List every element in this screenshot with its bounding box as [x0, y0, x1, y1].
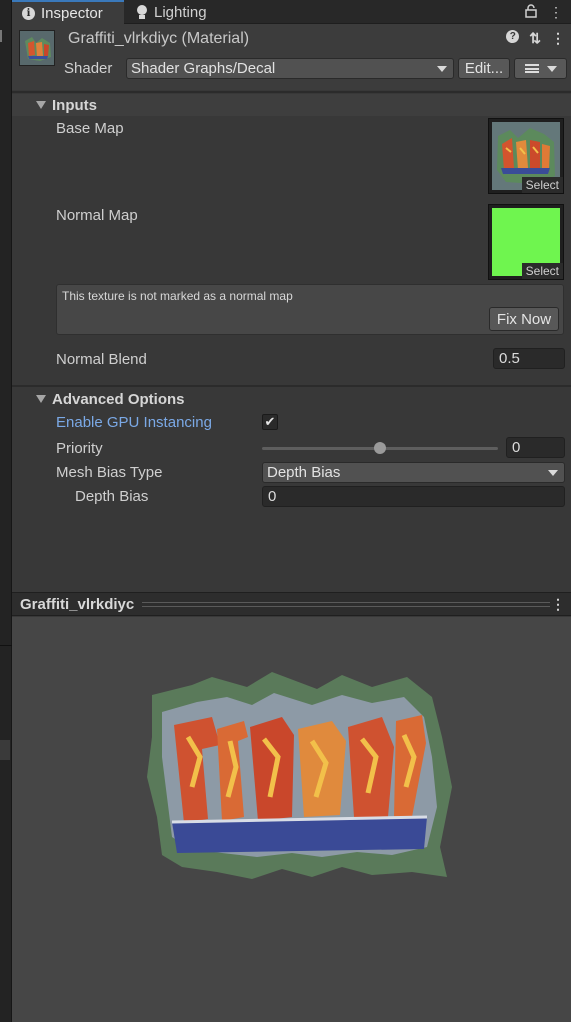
bulb-icon [136, 4, 148, 20]
tab-bar: i Inspector Lighting ⋮ [12, 0, 571, 24]
priority-field[interactable]: 0 [506, 437, 565, 458]
left-gutter [0, 0, 12, 1022]
preview-title: Graffiti_vlrkdiyc [20, 595, 135, 613]
foldout-icon [36, 101, 46, 109]
chevron-down-icon [548, 470, 558, 476]
material-header: Graffiti_vlrkdiyc (Material) ? ⇅ ⋮ Shade… [12, 24, 571, 90]
material-thumbnail [19, 30, 55, 66]
tab-label: Inspector [41, 4, 103, 22]
preset-icon[interactable]: ⇅ [529, 30, 541, 47]
depth-bias-label[interactable]: Depth Bias [75, 488, 148, 505]
help-icon[interactable]: ? [506, 30, 520, 43]
normal-map-slot[interactable]: Select [488, 204, 564, 280]
inputs-section-header[interactable]: Inputs [12, 94, 571, 116]
normal-blend-field[interactable]: 0.5 [493, 348, 565, 369]
lock-icon[interactable] [525, 3, 537, 21]
checkmark-icon: ✔ [264, 414, 276, 429]
chevron-down-icon [546, 65, 557, 72]
decal-preview-image [147, 672, 452, 879]
mesh-bias-type-dropdown[interactable]: Depth Bias [262, 462, 565, 483]
gutter-mark [0, 30, 8, 42]
base-map-slot[interactable]: Select [488, 118, 564, 194]
shader-options-button[interactable] [514, 58, 567, 79]
section-title: Advanced Options [52, 390, 185, 408]
section-title: Inputs [52, 96, 97, 114]
info-icon: i [22, 6, 35, 20]
fix-now-button[interactable]: Fix Now [489, 307, 559, 331]
inputs-separator [12, 385, 571, 387]
gpu-instancing-label: Enable GPU Instancing [56, 414, 212, 431]
normal-map-label: Normal Map [56, 207, 138, 224]
normal-map-select[interactable]: Select [521, 263, 563, 279]
more-icon[interactable]: ⋮ [549, 4, 563, 21]
preview-header[interactable]: Graffiti_vlrkdiyc ⋮ [12, 592, 571, 616]
tab-tools: ⋮ [525, 0, 563, 24]
mesh-bias-type-value: Depth Bias [267, 464, 341, 481]
advanced-section-header[interactable]: Advanced Options [12, 388, 571, 410]
chevron-down-icon [437, 66, 447, 72]
base-map-select[interactable]: Select [521, 177, 563, 193]
normal-blend-label[interactable]: Normal Blend [56, 351, 147, 368]
priority-slider-thumb[interactable] [374, 442, 386, 454]
gutter-divider [0, 645, 12, 646]
shader-dropdown[interactable]: Shader Graphs/Decal [126, 58, 454, 79]
inspector-panel: i Inspector Lighting ⋮ Graffiti_vlrkdiyc… [12, 0, 571, 1022]
shader-label: Shader [64, 60, 113, 77]
foldout-icon [36, 395, 46, 403]
more-icon[interactable]: ⋮ [551, 596, 565, 613]
material-title: Graffiti_vlrkdiyc (Material) [68, 30, 250, 47]
header-separator [12, 91, 571, 93]
list-icon [524, 64, 539, 73]
mesh-bias-type-label: Mesh Bias Type [56, 464, 163, 481]
warning-message: This texture is not marked as a normal m… [62, 289, 293, 303]
more-icon[interactable]: ⋮ [551, 30, 565, 47]
gutter-handle[interactable] [0, 740, 10, 760]
drag-grip[interactable] [142, 602, 550, 607]
edit-shader-button[interactable]: Edit... [458, 58, 510, 79]
normal-map-warning: This texture is not marked as a normal m… [56, 284, 564, 335]
tab-lighting[interactable]: Lighting [126, 0, 236, 24]
shader-value: Shader Graphs/Decal [131, 60, 276, 77]
base-map-label: Base Map [56, 120, 124, 137]
gpu-instancing-checkbox[interactable]: ✔ [262, 414, 278, 430]
depth-bias-field[interactable]: 0 [262, 486, 565, 507]
priority-label[interactable]: Priority [56, 440, 103, 457]
header-icons: ? ⇅ ⋮ [506, 30, 565, 47]
tab-inspector[interactable]: i Inspector [12, 0, 124, 24]
material-preview[interactable] [12, 617, 571, 1022]
tab-label: Lighting [154, 3, 207, 21]
